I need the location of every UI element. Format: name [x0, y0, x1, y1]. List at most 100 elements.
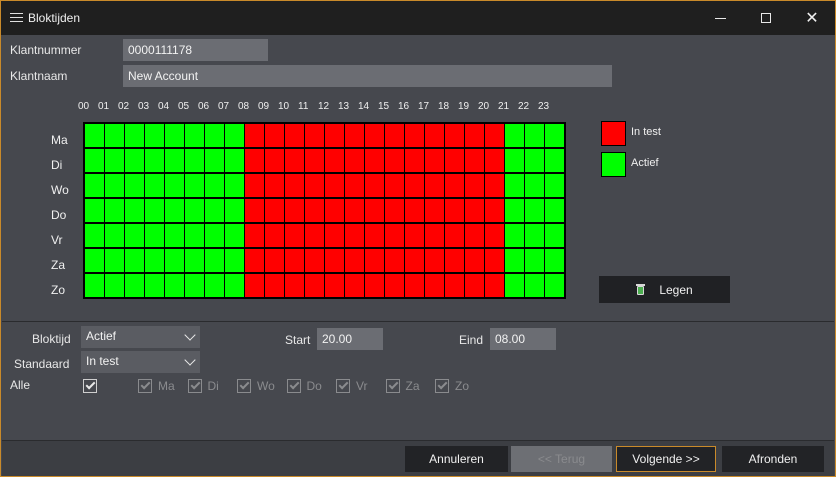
- schedule-cell[interactable]: [205, 149, 224, 172]
- schedule-cell[interactable]: [265, 124, 284, 147]
- schedule-cell[interactable]: [345, 199, 364, 222]
- schedule-cell[interactable]: [365, 249, 384, 272]
- schedule-cell[interactable]: [545, 199, 564, 222]
- schedule-cell[interactable]: [325, 199, 344, 222]
- schedule-cell[interactable]: [245, 249, 264, 272]
- schedule-cell[interactable]: [365, 224, 384, 247]
- schedule-cell[interactable]: [505, 174, 524, 197]
- schedule-cell[interactable]: [505, 199, 524, 222]
- schedule-cell[interactable]: [145, 174, 164, 197]
- schedule-cell[interactable]: [445, 274, 464, 297]
- klantnaam-field[interactable]: New Account: [123, 65, 612, 87]
- schedule-cell[interactable]: [485, 249, 504, 272]
- schedule-cell[interactable]: [305, 174, 324, 197]
- schedule-cell[interactable]: [545, 249, 564, 272]
- schedule-cell[interactable]: [425, 199, 444, 222]
- schedule-cell[interactable]: [145, 124, 164, 147]
- schedule-cell[interactable]: [525, 249, 544, 272]
- schedule-cell[interactable]: [125, 174, 144, 197]
- schedule-cell[interactable]: [145, 224, 164, 247]
- schedule-cell[interactable]: [325, 249, 344, 272]
- schedule-cell[interactable]: [225, 274, 244, 297]
- schedule-cell[interactable]: [465, 149, 484, 172]
- annuleren-button[interactable]: Annuleren: [405, 446, 508, 472]
- schedule-cell[interactable]: [85, 249, 104, 272]
- schedule-cell[interactable]: [525, 124, 544, 147]
- schedule-cell[interactable]: [405, 124, 424, 147]
- schedule-cell[interactable]: [225, 174, 244, 197]
- schedule-cell[interactable]: [485, 224, 504, 247]
- schedule-cell[interactable]: [165, 224, 184, 247]
- schedule-cell[interactable]: [265, 249, 284, 272]
- klantnummer-field[interactable]: 0000111178: [123, 39, 268, 61]
- schedule-cell[interactable]: [185, 274, 204, 297]
- schedule-cell[interactable]: [165, 174, 184, 197]
- schedule-cell[interactable]: [305, 274, 324, 297]
- schedule-cell[interactable]: [285, 199, 304, 222]
- schedule-cell[interactable]: [125, 124, 144, 147]
- schedule-cell[interactable]: [145, 199, 164, 222]
- schedule-cell[interactable]: [245, 149, 264, 172]
- schedule-cell[interactable]: [125, 249, 144, 272]
- schedule-cell[interactable]: [325, 124, 344, 147]
- schedule-cell[interactable]: [165, 149, 184, 172]
- schedule-cell[interactable]: [425, 274, 444, 297]
- schedule-cell[interactable]: [525, 174, 544, 197]
- schedule-cell[interactable]: [105, 149, 124, 172]
- schedule-cell[interactable]: [105, 224, 124, 247]
- schedule-cell[interactable]: [305, 149, 324, 172]
- day-checkbox-za[interactable]: [385, 379, 400, 393]
- schedule-cell[interactable]: [105, 174, 124, 197]
- schedule-cell[interactable]: [225, 124, 244, 147]
- schedule-cell[interactable]: [85, 174, 104, 197]
- schedule-cell[interactable]: [325, 274, 344, 297]
- schedule-cell[interactable]: [465, 124, 484, 147]
- schedule-cell[interactable]: [545, 174, 564, 197]
- start-field[interactable]: 20.00: [317, 328, 383, 350]
- schedule-cell[interactable]: [365, 199, 384, 222]
- legen-button[interactable]: Legen: [599, 276, 730, 303]
- schedule-cell[interactable]: [385, 224, 404, 247]
- schedule-cell[interactable]: [245, 199, 264, 222]
- schedule-cell[interactable]: [145, 149, 164, 172]
- schedule-cell[interactable]: [305, 124, 324, 147]
- schedule-cell[interactable]: [185, 224, 204, 247]
- schedule-cell[interactable]: [85, 224, 104, 247]
- schedule-cell[interactable]: [345, 249, 364, 272]
- schedule-cell[interactable]: [465, 224, 484, 247]
- schedule-cell[interactable]: [465, 199, 484, 222]
- schedule-cell[interactable]: [245, 124, 264, 147]
- schedule-cell[interactable]: [265, 224, 284, 247]
- schedule-cell[interactable]: [225, 249, 244, 272]
- schedule-cell[interactable]: [305, 199, 324, 222]
- schedule-cell[interactable]: [165, 199, 184, 222]
- schedule-cell[interactable]: [245, 174, 264, 197]
- bloktijd-select[interactable]: Actief: [81, 326, 200, 348]
- day-checkbox-di[interactable]: [187, 379, 202, 393]
- schedule-cell[interactable]: [545, 224, 564, 247]
- schedule-cell[interactable]: [545, 124, 564, 147]
- schedule-cell[interactable]: [505, 149, 524, 172]
- schedule-cell[interactable]: [345, 149, 364, 172]
- schedule-cell[interactable]: [265, 274, 284, 297]
- schedule-cell[interactable]: [425, 124, 444, 147]
- schedule-cell[interactable]: [285, 174, 304, 197]
- day-checkbox-wo[interactable]: [237, 379, 251, 393]
- maximize-button[interactable]: [743, 1, 789, 35]
- day-checkbox-vr[interactable]: [336, 379, 350, 393]
- terug-button[interactable]: << Terug: [511, 446, 612, 472]
- minimize-button[interactable]: [697, 1, 743, 35]
- schedule-cell[interactable]: [465, 274, 484, 297]
- schedule-cell[interactable]: [345, 174, 364, 197]
- schedule-cell[interactable]: [485, 199, 504, 222]
- schedule-cell[interactable]: [145, 249, 164, 272]
- schedule-cell[interactable]: [265, 199, 284, 222]
- close-button[interactable]: ✕: [789, 1, 835, 35]
- schedule-cell[interactable]: [265, 149, 284, 172]
- schedule-cell[interactable]: [425, 224, 444, 247]
- schedule-cell[interactable]: [205, 249, 224, 272]
- schedule-cell[interactable]: [525, 199, 544, 222]
- schedule-cell[interactable]: [105, 249, 124, 272]
- schedule-cell[interactable]: [305, 249, 324, 272]
- schedule-cell[interactable]: [285, 124, 304, 147]
